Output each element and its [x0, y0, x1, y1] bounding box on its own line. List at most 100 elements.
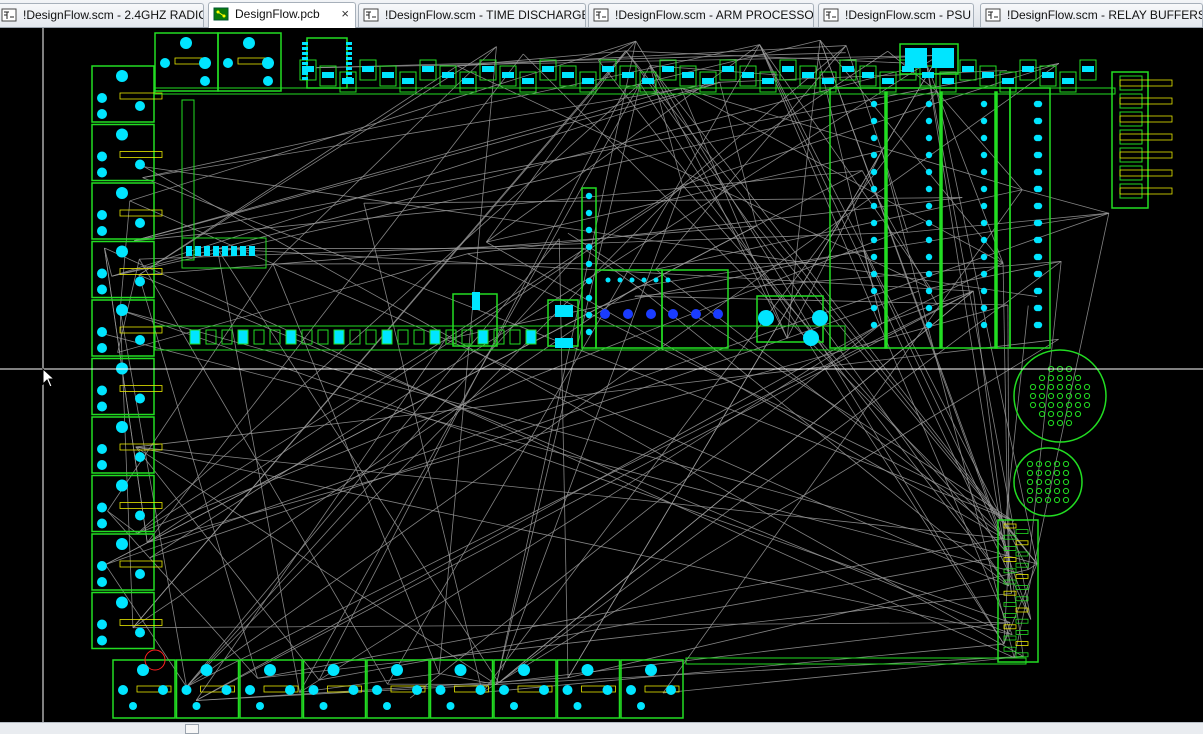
header-pad: [585, 260, 593, 268]
ic-pad: [346, 47, 352, 50]
header-pad: [870, 168, 878, 176]
header-pad: [925, 236, 933, 244]
tab-time-discharge[interactable]: !DesignFlow.scm - TIME DISCHARGE: [358, 3, 586, 27]
header-pad: [980, 219, 988, 227]
pcb-layout-canvas[interactable]: [0, 28, 1203, 722]
ratsnest-line: [649, 65, 683, 186]
header-pad: [1033, 304, 1041, 312]
connector-pin: [1065, 410, 1073, 418]
smd-pad: [562, 72, 574, 78]
silkscreen-ref: [119, 385, 163, 392]
connector-pin: [1083, 392, 1091, 400]
ratsnest-line: [567, 232, 1015, 522]
close-icon[interactable]: ×: [341, 3, 349, 25]
header-pad: [1033, 236, 1041, 244]
smd-pad: [333, 329, 345, 345]
smd-pad: [882, 78, 894, 84]
smd-pad: [642, 78, 654, 84]
ratsnest-line: [567, 55, 940, 678]
tab-relay-buffers[interactable]: !DesignFlow.scm - RELAY BUFFERS: [980, 3, 1203, 27]
tab-designflow-pcb[interactable]: DesignFlow.pcb ×: [208, 2, 356, 28]
relay-pad: [97, 109, 107, 119]
smd-pad: [442, 72, 454, 78]
smd-pad: [722, 66, 734, 72]
smd-pad: [231, 246, 237, 256]
relay-pad: [160, 58, 170, 68]
via-pad: [668, 309, 678, 319]
smd-pad: [213, 246, 219, 256]
relay-pad: [475, 685, 486, 695]
relay-pad: [97, 444, 107, 454]
header-pad: [980, 151, 988, 159]
relay-pad: [264, 664, 276, 676]
ratsnest-line: [409, 323, 882, 699]
smd-pad: [397, 329, 409, 345]
ratsnest-line: [482, 91, 938, 693]
mouse-cursor-icon: [42, 368, 56, 388]
smd-part: [1119, 165, 1143, 181]
relay-pad: [135, 101, 145, 111]
round-connector-outline: [1013, 349, 1107, 443]
smd-part: [1119, 93, 1143, 109]
ratsnest-line: [438, 46, 497, 674]
ic-pad: [302, 57, 308, 60]
schematic-icon: [985, 8, 1001, 22]
silkscreen-ref: [1119, 169, 1173, 177]
component-outlines: [91, 32, 1173, 719]
header-pad: [1033, 185, 1041, 193]
ratsnest-line: [558, 238, 569, 678]
connector-pin: [1038, 410, 1046, 418]
silkscreen-ref: [1119, 151, 1173, 159]
smd-pad: [525, 329, 537, 345]
smd-pad: [942, 78, 954, 84]
connector-pin: [1044, 478, 1052, 486]
horizontal-scrollbar-thumb[interactable]: [185, 724, 199, 734]
ic-pad: [302, 62, 308, 65]
relay-pad: [245, 685, 255, 695]
silkscreen-ref: [1119, 97, 1173, 105]
header-pad: [980, 270, 988, 278]
smd-pad: [422, 66, 434, 72]
relay-pad: [372, 685, 382, 695]
connector-pin: [1044, 469, 1052, 477]
header-pad: [870, 270, 878, 278]
header-pad: [870, 117, 878, 125]
ic-pad: [346, 72, 352, 75]
relay-pad: [97, 577, 107, 587]
ratsnest-line: [363, 203, 483, 693]
ratsnest-line: [257, 537, 1004, 679]
smd-pad: [317, 329, 329, 345]
relay-pad: [158, 685, 168, 695]
smd-pad: [782, 66, 794, 72]
relay-pad: [383, 702, 391, 710]
connector-pin: [1074, 392, 1082, 400]
smd-pad: [429, 329, 441, 345]
tab-arm-processor[interactable]: !DesignFlow.scm - ARM PROCESSOR: [588, 3, 814, 27]
ratsnest-line: [625, 41, 637, 88]
ic-pad: [302, 47, 308, 50]
smd-pad: [622, 72, 634, 78]
smd-pad: [413, 329, 425, 345]
connector-pin: [1026, 496, 1034, 504]
relay-pad: [116, 187, 128, 199]
ratsnest-line: [147, 50, 888, 543]
smd-pad: [186, 246, 192, 256]
connector-pin: [1029, 383, 1037, 391]
tab-label: !DesignFlow.scm - 2.4GHZ RADIO: [23, 8, 204, 22]
tab-2-4ghz-radio[interactable]: !DesignFlow.scm - 2.4GHZ RADIO: [0, 3, 204, 27]
regulator-tab: [472, 292, 480, 310]
smd-pad: [822, 78, 834, 84]
header-pad: [980, 253, 988, 261]
smd-pad: [1042, 72, 1054, 78]
connector-pin: [1062, 478, 1070, 486]
ratsnest-line: [662, 655, 1024, 694]
header-pad: [980, 287, 988, 295]
header-pad: [925, 117, 933, 125]
relay-pad: [97, 210, 107, 220]
tab-psu[interactable]: !DesignFlow.scm - PSU: [818, 3, 974, 27]
relay-pad: [97, 167, 107, 178]
smd-pad: [204, 246, 210, 256]
header-pad: [980, 185, 988, 193]
relay-pad: [97, 635, 107, 646]
relay-pad: [573, 702, 582, 710]
